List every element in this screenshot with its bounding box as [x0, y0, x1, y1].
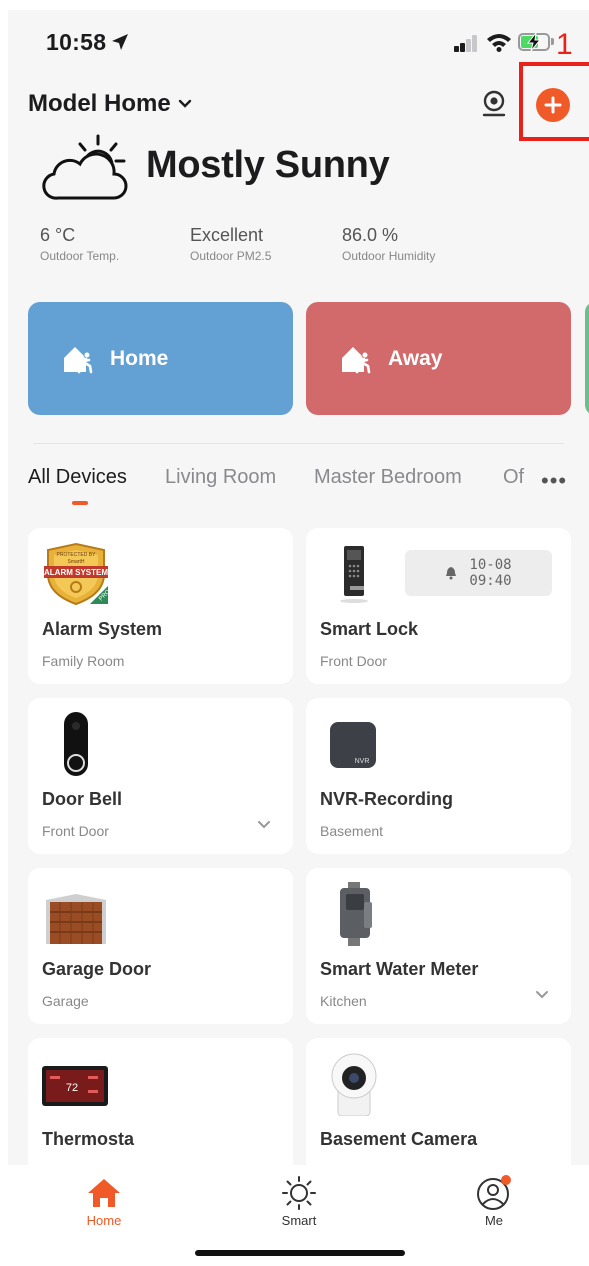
nvr-icon: NVR — [330, 722, 376, 768]
device-card-garage-door[interactable]: Garage Door Garage — [28, 868, 293, 1024]
device-name: Basement Camera — [320, 1129, 478, 1149]
location-arrow-icon — [112, 34, 129, 50]
tabbar-home[interactable]: Home — [64, 1173, 144, 1228]
scene-label: Home — [110, 346, 169, 370]
tab-office[interactable]: Of — [503, 466, 524, 489]
device-room: Garage — [42, 993, 89, 1009]
tab-all-devices[interactable]: All Devices — [28, 466, 127, 489]
tabbar-smart[interactable]: Smart — [259, 1173, 339, 1228]
security-camera-icon — [331, 1053, 377, 1116]
device-room: Front Door — [320, 653, 387, 669]
outdoor-temp-stat: 6 °C Outdoor Temp. — [40, 225, 119, 263]
device-card-nvr-recording[interactable]: NVR NVR-Recording Basement — [306, 698, 571, 854]
chevron-down-icon[interactable] — [535, 990, 549, 1000]
device-name: Thermosta — [42, 1129, 135, 1149]
divider — [33, 443, 564, 444]
stat-label: Outdoor PM2.5 — [190, 249, 272, 263]
device-name: Smart Lock — [320, 619, 419, 639]
more-rooms-button[interactable]: ••• — [541, 468, 567, 494]
device-name: Alarm System — [42, 619, 163, 639]
smart-lock-icon — [340, 546, 368, 603]
home-name: Model Home — [28, 90, 171, 117]
device-card-door-bell[interactable]: Door Bell Front Door — [28, 698, 293, 854]
device-card-smart-water-meter[interactable]: Smart Water Meter Kitchen — [306, 868, 571, 1024]
scene-away-card[interactable]: Away — [306, 302, 571, 415]
device-card-smart-lock[interactable]: 10-08 09:40 Smart Lock Front Door — [306, 528, 571, 684]
annotation-highlight-box — [519, 62, 589, 141]
alarm-badge-brand: SmartH — [68, 559, 85, 565]
outdoor-pm25-stat: Excellent Outdoor PM2.5 — [190, 225, 271, 263]
water-meter-icon — [340, 882, 372, 946]
device-room: Basement — [320, 823, 384, 839]
device-room: Family Room — [42, 653, 125, 669]
stat-value: Excellent — [190, 225, 264, 245]
device-name: NVR-Recording — [320, 789, 454, 809]
device-name: Smart Water Meter — [320, 959, 479, 979]
status-time: 10:58 — [46, 29, 130, 56]
alarm-badge-text: ALARM SYSTEM — [44, 568, 108, 577]
camera-scan-button[interactable] — [480, 90, 508, 118]
thermostat-temp: 72 — [66, 1082, 78, 1094]
lock-event-date: 10-08 — [469, 557, 512, 573]
garage-door-icon — [46, 894, 106, 944]
away-scene-icon — [342, 346, 371, 373]
bell-icon — [446, 567, 457, 580]
cellular-signal-icon — [454, 34, 480, 52]
device-card-alarm-system[interactable]: ALARM SYSTEM PROTECTED BY SmartH PRO Ala… — [28, 528, 293, 684]
wifi-icon — [487, 34, 511, 52]
device-name: Garage Door — [42, 959, 152, 979]
partly-cloudy-icon — [42, 134, 128, 200]
tabbar-label: Home — [86, 1213, 122, 1228]
sun-icon — [282, 1176, 316, 1210]
chevron-down-icon[interactable] — [257, 820, 271, 830]
room-tabs: All Devices Living Room Master Bedroom O… — [28, 466, 548, 506]
chevron-down-icon — [178, 99, 191, 108]
device-room: Kitchen — [320, 993, 367, 1009]
scene-next-card[interactable] — [585, 302, 589, 415]
scene-home-card[interactable]: Home — [28, 302, 293, 415]
stat-value: 86.0 % — [342, 225, 399, 245]
stat-value: 6 °C — [40, 225, 76, 245]
tab-master-bedroom[interactable]: Master Bedroom — [314, 466, 462, 489]
weather-condition: Mostly Sunny — [146, 144, 390, 186]
home-selector[interactable]: Model Home — [28, 90, 193, 118]
lock-event-time: 10-08 09:40 — [469, 557, 511, 589]
home-icon — [88, 1179, 120, 1207]
stat-label: Outdoor Humidity — [342, 249, 436, 263]
alarm-shield-icon: ALARM SYSTEM PROTECTED BY SmartH PRO — [44, 542, 110, 606]
thermostat-icon: 72 — [42, 1066, 108, 1106]
tabbar-me[interactable]: Me — [454, 1173, 534, 1228]
nvr-label: NVR — [355, 758, 370, 765]
tabbar-label: Smart — [281, 1213, 317, 1228]
doorbell-icon — [64, 712, 88, 776]
battery-icon — [518, 32, 550, 52]
stat-label: Outdoor Temp. — [40, 249, 120, 263]
status-bar: 10:58 — [8, 10, 589, 80]
profile-icon — [477, 1175, 511, 1210]
device-room: Front Door — [42, 823, 109, 839]
status-time-text: 10:58 — [46, 29, 107, 55]
lock-event-clock: 09:40 — [469, 573, 512, 589]
scene-label: Away — [388, 346, 443, 370]
home-scene-icon — [64, 346, 93, 373]
device-name: Door Bell — [42, 789, 123, 809]
app-screen: 10:58 Model Home 1 Mostly Sunny 6 °C Out… — [8, 10, 589, 1266]
tabbar-label: Me — [484, 1213, 504, 1228]
home-indicator — [195, 1250, 405, 1256]
annotation-number: 1 — [556, 28, 573, 61]
lock-last-event[interactable]: 10-08 09:40 — [405, 550, 552, 596]
active-tab-indicator — [72, 501, 88, 505]
outdoor-humidity-stat: 86.0 % Outdoor Humidity — [342, 225, 435, 263]
alarm-badge-top: PROTECTED BY — [57, 552, 97, 558]
tab-living-room[interactable]: Living Room — [165, 466, 276, 489]
